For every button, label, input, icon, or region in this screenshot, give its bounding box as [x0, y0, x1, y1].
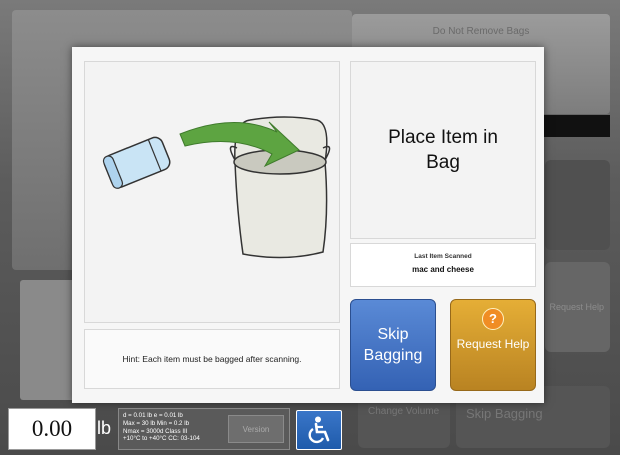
bag-item-illustration-icon [102, 116, 331, 259]
last-item-title: Last Item Scanned [414, 253, 472, 260]
request-help-label: Request Help [456, 337, 530, 351]
bagging-illustration [84, 61, 340, 323]
version-label: Version [242, 424, 270, 434]
background-request-help-label: Request Help [549, 302, 604, 312]
background-request-help-button: Request Help [545, 262, 610, 352]
weight-value: 0.00 [31, 416, 73, 441]
last-item-box: Last Item Scanned mac and cheese [350, 243, 536, 287]
version-button[interactable]: Version [228, 415, 284, 443]
skip-bagging-label: Skip Bagging [363, 326, 423, 364]
wheelchair-icon [308, 416, 330, 444]
skip-bagging-button[interactable]: Skip Bagging [350, 299, 436, 391]
spec-line: d = 0.01 lb e = 0.01 lb [123, 412, 183, 419]
hint-text: Hint: Each item must be bagged after sca… [122, 354, 302, 364]
instruction-text: Place Item in Bag [388, 127, 498, 173]
last-item-name: mac and cheese [412, 265, 474, 274]
spec-line: +10°C to +40°C CC: 03-104 [123, 435, 200, 443]
request-help-button[interactable]: ? Request Help [450, 299, 536, 391]
accessibility-button[interactable] [296, 410, 342, 450]
background-skip-bagging-label: Skip Bagging [466, 406, 543, 421]
hint-box: Hint: Each item must be bagged after sca… [84, 329, 340, 389]
place-item-dialog: Hint: Each item must be bagged after sca… [72, 47, 544, 403]
spec-line: Max = 30 lb Min = 0.2 lb [123, 419, 190, 427]
weight-unit-label: lb [97, 418, 112, 438]
background-button [545, 160, 610, 250]
weight-display: 0.00 [8, 408, 96, 450]
instruction-box: Place Item in Bag [350, 61, 536, 239]
background-change-volume-label: Change Volume [368, 406, 440, 417]
spec-line: Nmax = 3000d Class III [123, 427, 188, 435]
background-notice-text: Do Not Remove Bags [432, 26, 530, 37]
scale-spec-text: d = 0.01 lb e = 0.01 lb Max = 30 lb Min … [123, 412, 200, 443]
question-mark-icon: ? [482, 308, 504, 330]
